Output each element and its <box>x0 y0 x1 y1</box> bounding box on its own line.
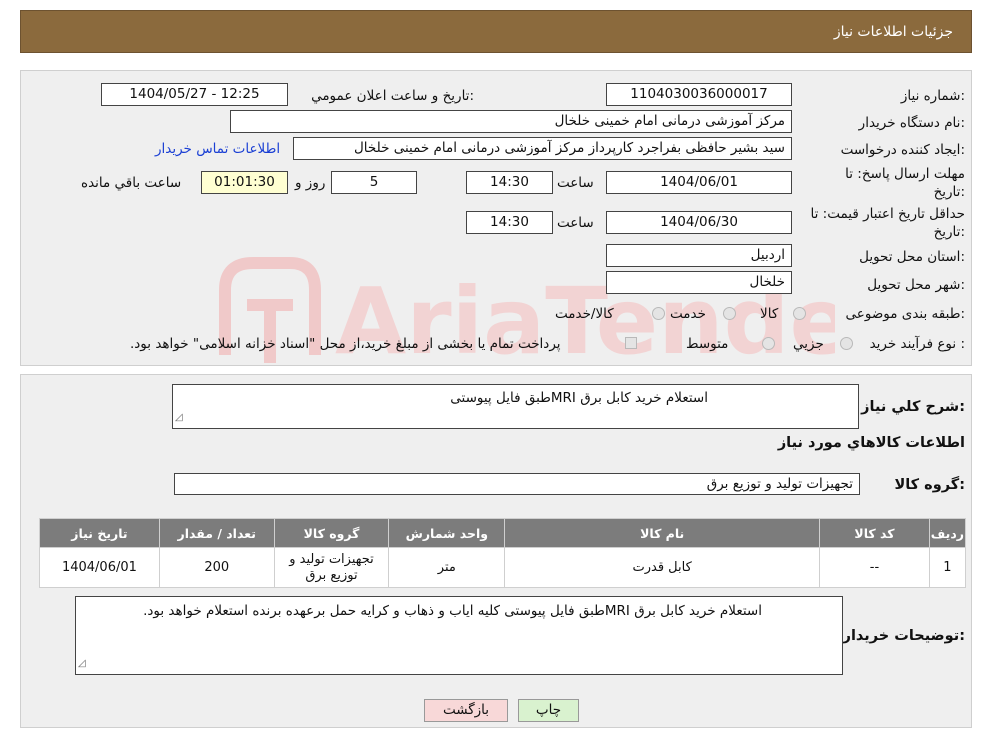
goods-group-label: گروه کالا: <box>894 477 965 493</box>
table-row: 1 -- کابل قدرت متر تجهیزات تولید و توزیع… <box>39 547 967 588</box>
remaining-time-label: ساعت باقي مانده <box>81 175 182 191</box>
col-unit-header: واحد شمارش <box>388 518 506 548</box>
summary-label: شرح کلي نیاز: <box>861 399 965 415</box>
announce-datetime-field: 1404/05/27 - 12:25 <box>101 83 288 106</box>
days-remaining-field: 5 <box>331 171 417 194</box>
need-number-field: 1104030036000017 <box>606 83 792 106</box>
buyer-contact-link[interactable]: اطلاعات تماس خریدار <box>155 141 280 157</box>
summary-text: استعلام خرید کابل برق MRIطبق فایل پیوستی <box>450 390 708 406</box>
category-option-goods: کالا <box>760 306 779 322</box>
category-radio-goods[interactable] <box>793 307 806 320</box>
validity-time-field: 14:30 <box>466 211 553 234</box>
announce-label: تاریخ و ساعت اعلان عمومي: <box>311 88 474 104</box>
process-option-medium: متوسط <box>686 336 729 352</box>
resize-grip-icon: ◿ <box>175 412 183 423</box>
category-radio-service[interactable] <box>723 307 736 320</box>
validity-time-label: ساعت <box>557 215 594 231</box>
deadline-label-date: تاریخ: <box>933 184 965 200</box>
goods-info-title: اطلاعات کالاهاي مورد نیاز <box>777 435 965 451</box>
goods-group-field: تجهیزات تولید و توزیع برق <box>174 473 860 495</box>
process-radio-medium[interactable] <box>762 337 775 350</box>
cell-group: تجهیزات تولید و توزیع برق <box>273 547 390 588</box>
buyer-org-field: مرکز آموزشی درمانی امام خمینی خلخال <box>230 110 792 133</box>
page-header: جزئیات اطلاعات نیاز <box>20 10 972 53</box>
table-header-row: ردیف کد کالا نام کالا واحد شمارش گروه کا… <box>39 518 967 548</box>
col-code-header: کد کالا <box>819 518 930 548</box>
category-label: طبقه بندی موضوعی: <box>845 306 965 322</box>
buyer-notes-label: توضیحات خریدار: <box>842 628 965 644</box>
validity-date-field: 1404/06/30 <box>606 211 792 234</box>
cell-code: -- <box>819 547 930 588</box>
buyer-notes-textarea: استعلام خرید کابل برق MRIطبق فایل پیوستی… <box>75 596 843 675</box>
buyer-org-label: نام دستگاه خریدار: <box>858 115 965 131</box>
deadline-time-field: 14:30 <box>466 171 553 194</box>
cell-row: 1 <box>928 547 967 588</box>
province-field: اردبیل <box>606 244 792 267</box>
validity-label: حداقل تاریخ اعتبار قیمت: تا <box>810 206 965 222</box>
category-option-goods-service: کالا/خدمت <box>555 306 614 322</box>
cell-unit: متر <box>388 547 506 588</box>
resize-grip-icon: ◿ <box>78 658 86 669</box>
process-radio-minor[interactable] <box>840 337 853 350</box>
col-group-header: گروه کالا <box>273 518 390 548</box>
category-radio-goods-service[interactable] <box>652 307 665 320</box>
col-row-header: ردیف <box>928 518 967 548</box>
requester-field: سید بشیر حافظی بفراجرد کارپرداز مرکز آمو… <box>293 137 792 160</box>
category-option-service: خدمت <box>670 306 706 322</box>
days-label: روز و <box>295 175 326 191</box>
goods-table: ردیف کد کالا نام کالا واحد شمارش گروه کا… <box>39 518 967 588</box>
buyer-notes-text: استعلام خرید کابل برق MRIطبق فایل پیوستی… <box>143 603 762 619</box>
treasury-docs-checkbox[interactable] <box>625 337 637 349</box>
cell-qty: 200 <box>158 547 275 588</box>
validity-label-date: تاریخ: <box>933 224 965 240</box>
deadline-label: مهلت ارسال پاسخ: تا <box>845 166 965 182</box>
print-button[interactable]: چاپ <box>518 699 579 722</box>
page-title: جزئیات اطلاعات نیاز <box>833 24 953 40</box>
deadline-date-field: 1404/06/01 <box>606 171 792 194</box>
deadline-time-label: ساعت <box>557 175 594 191</box>
cell-name: کابل قدرت <box>504 547 821 588</box>
col-name-header: نام کالا <box>504 518 821 548</box>
province-label: استان محل تحویل: <box>859 249 965 265</box>
payment-note: پرداخت تمام یا بخشی از مبلغ خرید،از محل … <box>130 336 561 352</box>
remaining-time-field: 01:01:30 <box>201 171 288 194</box>
need-number-label: شماره نیاز: <box>900 88 965 104</box>
col-date-header: تاریخ نیاز <box>39 518 160 548</box>
process-option-minor: جزیي <box>793 336 824 352</box>
col-qty-header: تعداد / مقدار <box>158 518 275 548</box>
process-label: نوع فرآیند خرید : <box>869 336 965 352</box>
summary-textarea: استعلام خرید کابل برق MRIطبق فایل پیوستی… <box>172 384 859 429</box>
city-field: خلخال <box>606 271 792 294</box>
requester-label: ایجاد کننده درخواست: <box>840 142 965 158</box>
cell-date: 1404/06/01 <box>39 547 160 588</box>
city-label: شهر محل تحویل: <box>867 277 965 293</box>
back-button[interactable]: بازگشت <box>424 699 508 722</box>
